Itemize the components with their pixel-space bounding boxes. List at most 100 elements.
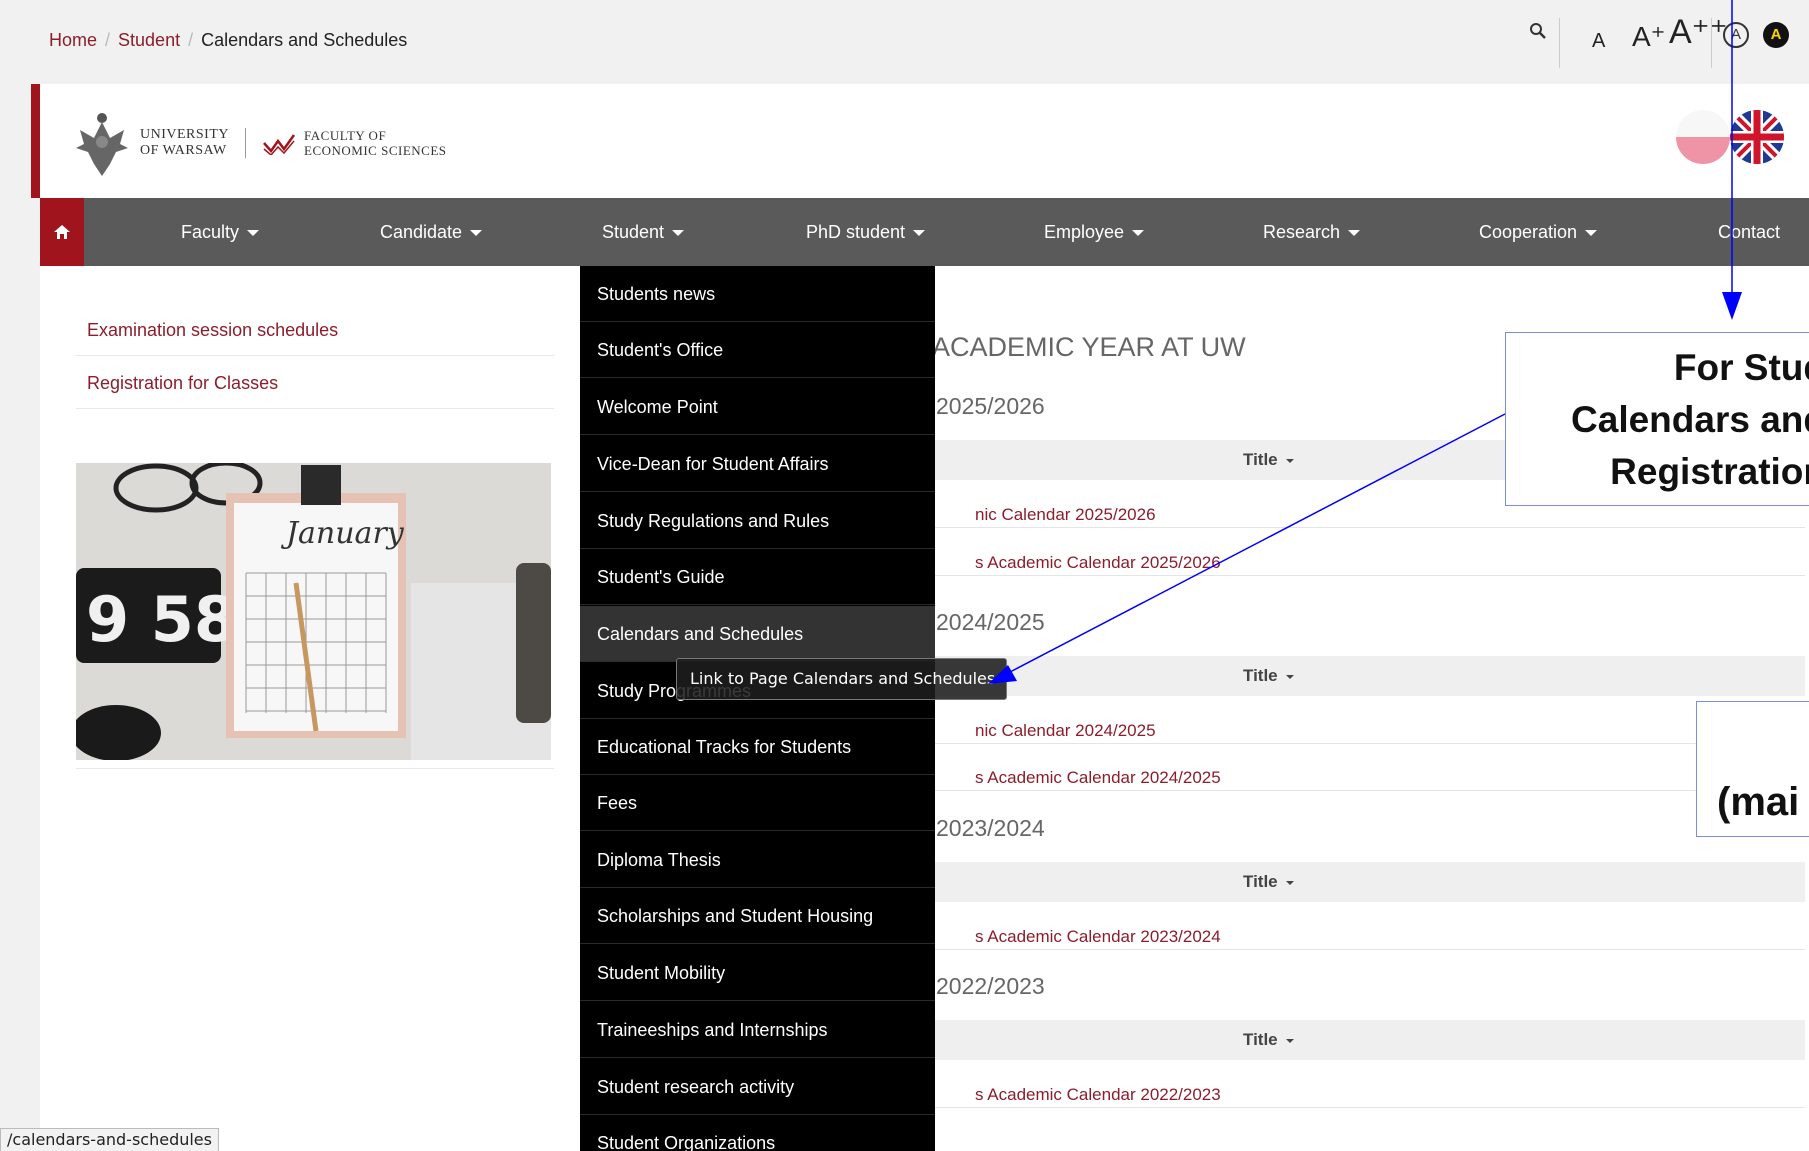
- sidebar-divider: [76, 355, 554, 356]
- caret-down-icon: [1132, 230, 1145, 237]
- table-row-link[interactable]: s Academic Calendar 2024/2025: [975, 768, 1221, 788]
- nav-item-student[interactable]: Student: [602, 198, 685, 266]
- table-row-link[interactable]: s Academic Calendar 2022/2023: [975, 1085, 1221, 1105]
- sort-title-button[interactable]: Title: [1243, 666, 1294, 686]
- table-header: Title: [935, 656, 1805, 696]
- callout-line: (mai: [1717, 780, 1800, 824]
- toolbar-divider: [1559, 18, 1560, 68]
- sort-title-button[interactable]: Title: [1243, 450, 1294, 470]
- table-row-link[interactable]: nic Calendar 2025/2026: [975, 505, 1156, 525]
- dropdown-item-fees[interactable]: Fees: [580, 775, 935, 831]
- row-divider: [935, 527, 1805, 528]
- contrast-normal-button[interactable]: A: [1723, 22, 1749, 48]
- page-title: ACADEMIC YEAR AT UW: [932, 332, 1246, 362]
- link-tooltip: Link to Page Calendars and Schedules: [676, 658, 1007, 700]
- main-navigation: Faculty Candidate Student PhD student Em…: [40, 198, 1809, 266]
- sort-caret-icon: [1285, 458, 1294, 463]
- breadcrumb-student[interactable]: Student: [118, 30, 180, 51]
- dropdown-item-traineeships[interactable]: Traineeships and Internships: [580, 1002, 935, 1058]
- sort-caret-icon: [1285, 1038, 1294, 1043]
- callout-line: Calendars and: [1571, 399, 1809, 440]
- row-divider: [935, 575, 1805, 576]
- nav-item-candidate[interactable]: Candidate: [380, 198, 483, 266]
- dropdown-item-research-activity[interactable]: Student research activity: [580, 1059, 935, 1115]
- table-header: Title: [935, 1020, 1805, 1060]
- calendar-photo-illustration: 9 58 January: [76, 463, 551, 760]
- sort-title-button[interactable]: Title: [1243, 1030, 1294, 1050]
- callout-line: Registration: [1610, 451, 1809, 492]
- dropdown-item-calendars-and-schedules[interactable]: Calendars and Schedules: [580, 606, 935, 662]
- student-dropdown-menu: Students news Student's Office Welcome P…: [580, 266, 935, 1151]
- faculty-logo[interactable]: UNIVERSITY OF WARSAW FACULTY OF ECONOMIC…: [74, 106, 447, 180]
- dropdown-item-students-office[interactable]: Student's Office: [580, 322, 935, 378]
- search-icon[interactable]: [1529, 22, 1547, 46]
- caret-down-icon: [247, 230, 260, 237]
- nav-item-research[interactable]: Research: [1263, 198, 1361, 266]
- toolbar-divider: [1711, 18, 1712, 68]
- nav-item-faculty[interactable]: Faculty: [181, 198, 260, 266]
- nav-item-phd-student[interactable]: PhD student: [806, 198, 926, 266]
- caret-down-icon: [1585, 230, 1598, 237]
- home-icon[interactable]: [40, 198, 84, 266]
- sort-caret-icon: [1285, 880, 1294, 885]
- dropdown-item-educational-tracks[interactable]: Educational Tracks for Students: [580, 719, 935, 775]
- sidebar-link-registration[interactable]: Registration for Classes: [87, 373, 278, 394]
- dropdown-item-study-regulations[interactable]: Study Regulations and Rules: [580, 493, 935, 549]
- dropdown-item-diploma-thesis[interactable]: Diploma Thesis: [580, 832, 935, 888]
- polish-flag-icon[interactable]: [1676, 110, 1730, 164]
- sort-caret-icon: [1285, 674, 1294, 679]
- uk-flag-icon[interactable]: [1730, 110, 1784, 164]
- sort-title-button[interactable]: Title: [1243, 872, 1294, 892]
- status-bar-url: /calendars-and-schedules: [0, 1128, 219, 1151]
- faculty-name: FACULTY OF ECONOMIC SCIENCES: [304, 128, 447, 158]
- dropdown-item-scholarships[interactable]: Scholarships and Student Housing: [580, 888, 935, 944]
- nav-item-employee[interactable]: Employee: [1044, 198, 1145, 266]
- breadcrumb-current: Calendars and Schedules: [201, 30, 408, 50]
- breadcrumb-home[interactable]: Home: [49, 30, 97, 51]
- sidebar-link-examination-schedules[interactable]: Examination session schedules: [87, 320, 338, 341]
- top-bar: Home / Student / Calendars and Schedules…: [0, 0, 1809, 84]
- caret-down-icon: [470, 230, 483, 237]
- dropdown-item-vice-dean[interactable]: Vice-Dean for Student Affairs: [580, 436, 935, 492]
- breadcrumb-separator: /: [105, 30, 111, 50]
- annotation-callout: For Stud Calendars and Registration: [1505, 332, 1809, 506]
- clock-display: 9 58: [86, 583, 237, 656]
- calendar-month: January: [280, 516, 405, 551]
- font-size-largest-button[interactable]: A⁺⁺: [1669, 12, 1728, 52]
- university-name: UNIVERSITY OF WARSAW: [140, 127, 229, 158]
- font-size-normal-button[interactable]: A: [1592, 30, 1605, 53]
- year-heading: 2022/2023: [936, 973, 1045, 999]
- dropdown-item-student-organizations[interactable]: Student Organizations: [580, 1115, 935, 1151]
- row-divider: [935, 790, 1805, 791]
- faculty-mark-icon: [263, 134, 296, 155]
- year-heading: 2024/2025: [936, 609, 1045, 635]
- table-header: Title: [935, 862, 1805, 902]
- table-row-link[interactable]: s Academic Calendar 2023/2024: [975, 927, 1221, 947]
- year-heading: 2023/2024: [936, 815, 1045, 841]
- caret-down-icon: [672, 230, 685, 237]
- caret-down-icon: [1348, 230, 1361, 237]
- breadcrumb-separator: /: [188, 30, 194, 50]
- nav-item-cooperation[interactable]: Cooperation: [1479, 198, 1598, 266]
- year-heading: 2025/2026: [936, 393, 1045, 419]
- dropdown-item-welcome-point[interactable]: Welcome Point: [580, 379, 935, 435]
- accessibility-toolbar: A A⁺ A⁺⁺ A A: [1519, 13, 1809, 68]
- eagle-emblem-icon: [76, 113, 128, 176]
- table-row-link[interactable]: nic Calendar 2024/2025: [975, 721, 1156, 741]
- dropdown-item-students-news[interactable]: Students news: [580, 266, 935, 322]
- logo-divider: [245, 128, 246, 158]
- sidebar-calendar-photo: 9 58 January: [76, 463, 551, 760]
- row-divider: [935, 949, 1805, 950]
- callout-line: For Stud: [1673, 347, 1809, 388]
- site-header: UNIVERSITY OF WARSAW FACULTY OF ECONOMIC…: [31, 84, 1809, 198]
- sidebar-divider: [76, 408, 554, 409]
- caret-down-icon: [913, 230, 926, 237]
- contrast-high-button[interactable]: A: [1763, 22, 1789, 48]
- table-row-link[interactable]: s Academic Calendar 2025/2026: [975, 553, 1221, 573]
- dropdown-item-student-mobility[interactable]: Student Mobility: [580, 945, 935, 1001]
- nav-item-contact[interactable]: Contact: [1718, 198, 1780, 266]
- annotation-callout-secondary: (mai: [1696, 701, 1809, 837]
- row-divider: [935, 743, 1805, 744]
- dropdown-item-students-guide[interactable]: Student's Guide: [580, 549, 935, 605]
- font-size-large-button[interactable]: A⁺: [1632, 20, 1665, 53]
